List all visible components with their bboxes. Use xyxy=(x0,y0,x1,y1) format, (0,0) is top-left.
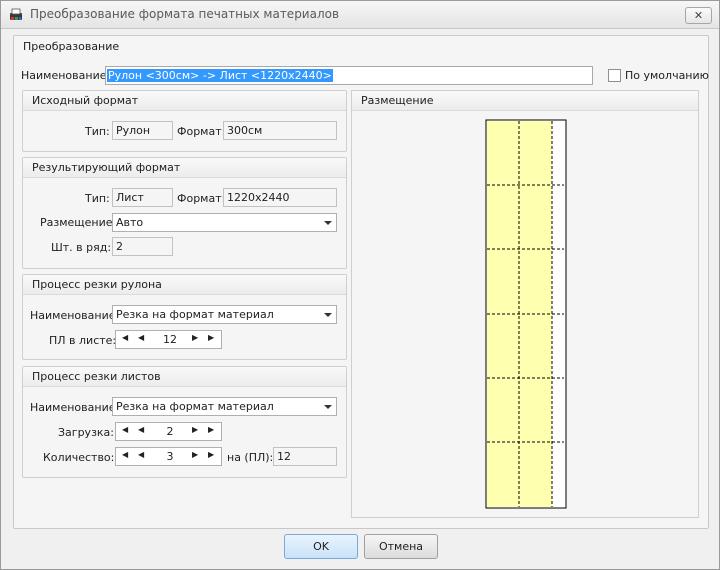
pl-per-sheet-stepper[interactable]: ◀ ◀ 12 ▶ ▶ xyxy=(115,330,222,349)
load-value[interactable]: 2 xyxy=(152,425,188,438)
sheet-process-value: Резка на формат материал xyxy=(116,400,274,413)
quantity-value[interactable]: 3 xyxy=(152,450,188,463)
sheet-process-dropdown[interactable]: Резка на формат материал xyxy=(112,397,337,416)
cancel-button[interactable]: Отмена xyxy=(364,534,438,559)
placement-preview-panel: Размещение xyxy=(351,90,699,518)
roll-cutting-title: Процесс резки рулона xyxy=(23,275,346,295)
result-type-field: Лист xyxy=(112,188,173,207)
chevron-down-icon xyxy=(324,313,332,317)
last-arrow-icon[interactable]: ▶ xyxy=(208,333,214,342)
first-arrow-icon[interactable]: ◀ xyxy=(122,450,128,459)
source-format-title: Исходный формат xyxy=(23,91,346,111)
pl-per-sheet-label: ПЛ в листе: xyxy=(49,334,117,347)
roll-name-label: Наименование: xyxy=(30,309,120,322)
default-checkbox-label[interactable]: По умолчанию xyxy=(625,69,709,82)
placement-label: Размещение: xyxy=(40,216,117,229)
quantity-stepper[interactable]: ◀ ◀ 3 ▶ ▶ xyxy=(115,447,222,466)
last-arrow-icon[interactable]: ▶ xyxy=(208,425,214,434)
ok-button[interactable]: OK xyxy=(284,534,358,559)
chevron-down-icon xyxy=(324,405,332,409)
per-pl-label: на (ПЛ): xyxy=(227,451,274,464)
first-arrow-icon[interactable]: ◀ xyxy=(122,425,128,434)
prev-arrow-icon[interactable]: ◀ xyxy=(138,333,144,342)
placement-value: Авто xyxy=(116,216,144,229)
per-row-field: 2 xyxy=(112,237,173,256)
chevron-down-icon xyxy=(324,221,332,225)
result-format-title: Результирующий формат xyxy=(23,158,346,178)
prev-arrow-icon[interactable]: ◀ xyxy=(138,450,144,459)
conversion-name-label: Наименование: xyxy=(21,69,111,82)
close-button[interactable]: ✕ xyxy=(685,7,712,24)
app-icon xyxy=(10,8,22,20)
window-title: Преобразование формата печатных материал… xyxy=(30,7,340,21)
next-arrow-icon[interactable]: ▶ xyxy=(192,425,198,434)
next-arrow-icon[interactable]: ▶ xyxy=(192,450,198,459)
title-bar[interactable]: Преобразование формата печатных материал… xyxy=(1,1,719,29)
placement-diagram xyxy=(485,119,567,509)
conversion-name-value: Рулон <300см> -> Лист <1220x2440> xyxy=(107,69,333,82)
placement-dropdown[interactable]: Авто xyxy=(112,213,337,232)
quantity-label: Количество: xyxy=(43,451,115,464)
load-stepper[interactable]: ◀ ◀ 2 ▶ ▶ xyxy=(115,422,222,441)
result-format-field: 1220x2440 xyxy=(223,188,337,207)
source-format-field: 300см xyxy=(223,121,337,140)
per-row-label: Шт. в ряд: xyxy=(51,241,112,254)
source-type-label: Тип: xyxy=(85,125,110,138)
first-arrow-icon[interactable]: ◀ xyxy=(122,333,128,342)
source-type-field: Рулон xyxy=(112,121,173,140)
prev-arrow-icon[interactable]: ◀ xyxy=(138,425,144,434)
per-pl-field: 12 xyxy=(273,447,337,466)
default-checkbox[interactable] xyxy=(608,69,621,82)
roll-process-dropdown[interactable]: Резка на формат материал xyxy=(112,305,337,324)
close-icon: ✕ xyxy=(693,9,704,22)
dialog-window: Преобразование формата печатных материал… xyxy=(0,0,720,570)
pl-per-sheet-value[interactable]: 12 xyxy=(152,333,188,346)
next-arrow-icon[interactable]: ▶ xyxy=(192,333,198,342)
sheet-cutting-title: Процесс резки листов xyxy=(23,367,346,387)
sheet-name-label: Наименование: xyxy=(30,401,120,414)
conversion-name-input[interactable]: Рулон <300см> -> Лист <1220x2440> xyxy=(105,66,593,85)
result-type-label: Тип: xyxy=(85,192,110,205)
placement-preview-title: Размещение xyxy=(352,91,698,111)
roll-process-value: Резка на формат материал xyxy=(116,308,274,321)
load-label: Загрузка: xyxy=(58,426,115,439)
source-format-label: Формат: xyxy=(177,125,226,138)
result-format-label: Формат: xyxy=(177,192,226,205)
last-arrow-icon[interactable]: ▶ xyxy=(208,450,214,459)
conversion-group-title: Преобразование xyxy=(23,40,120,53)
